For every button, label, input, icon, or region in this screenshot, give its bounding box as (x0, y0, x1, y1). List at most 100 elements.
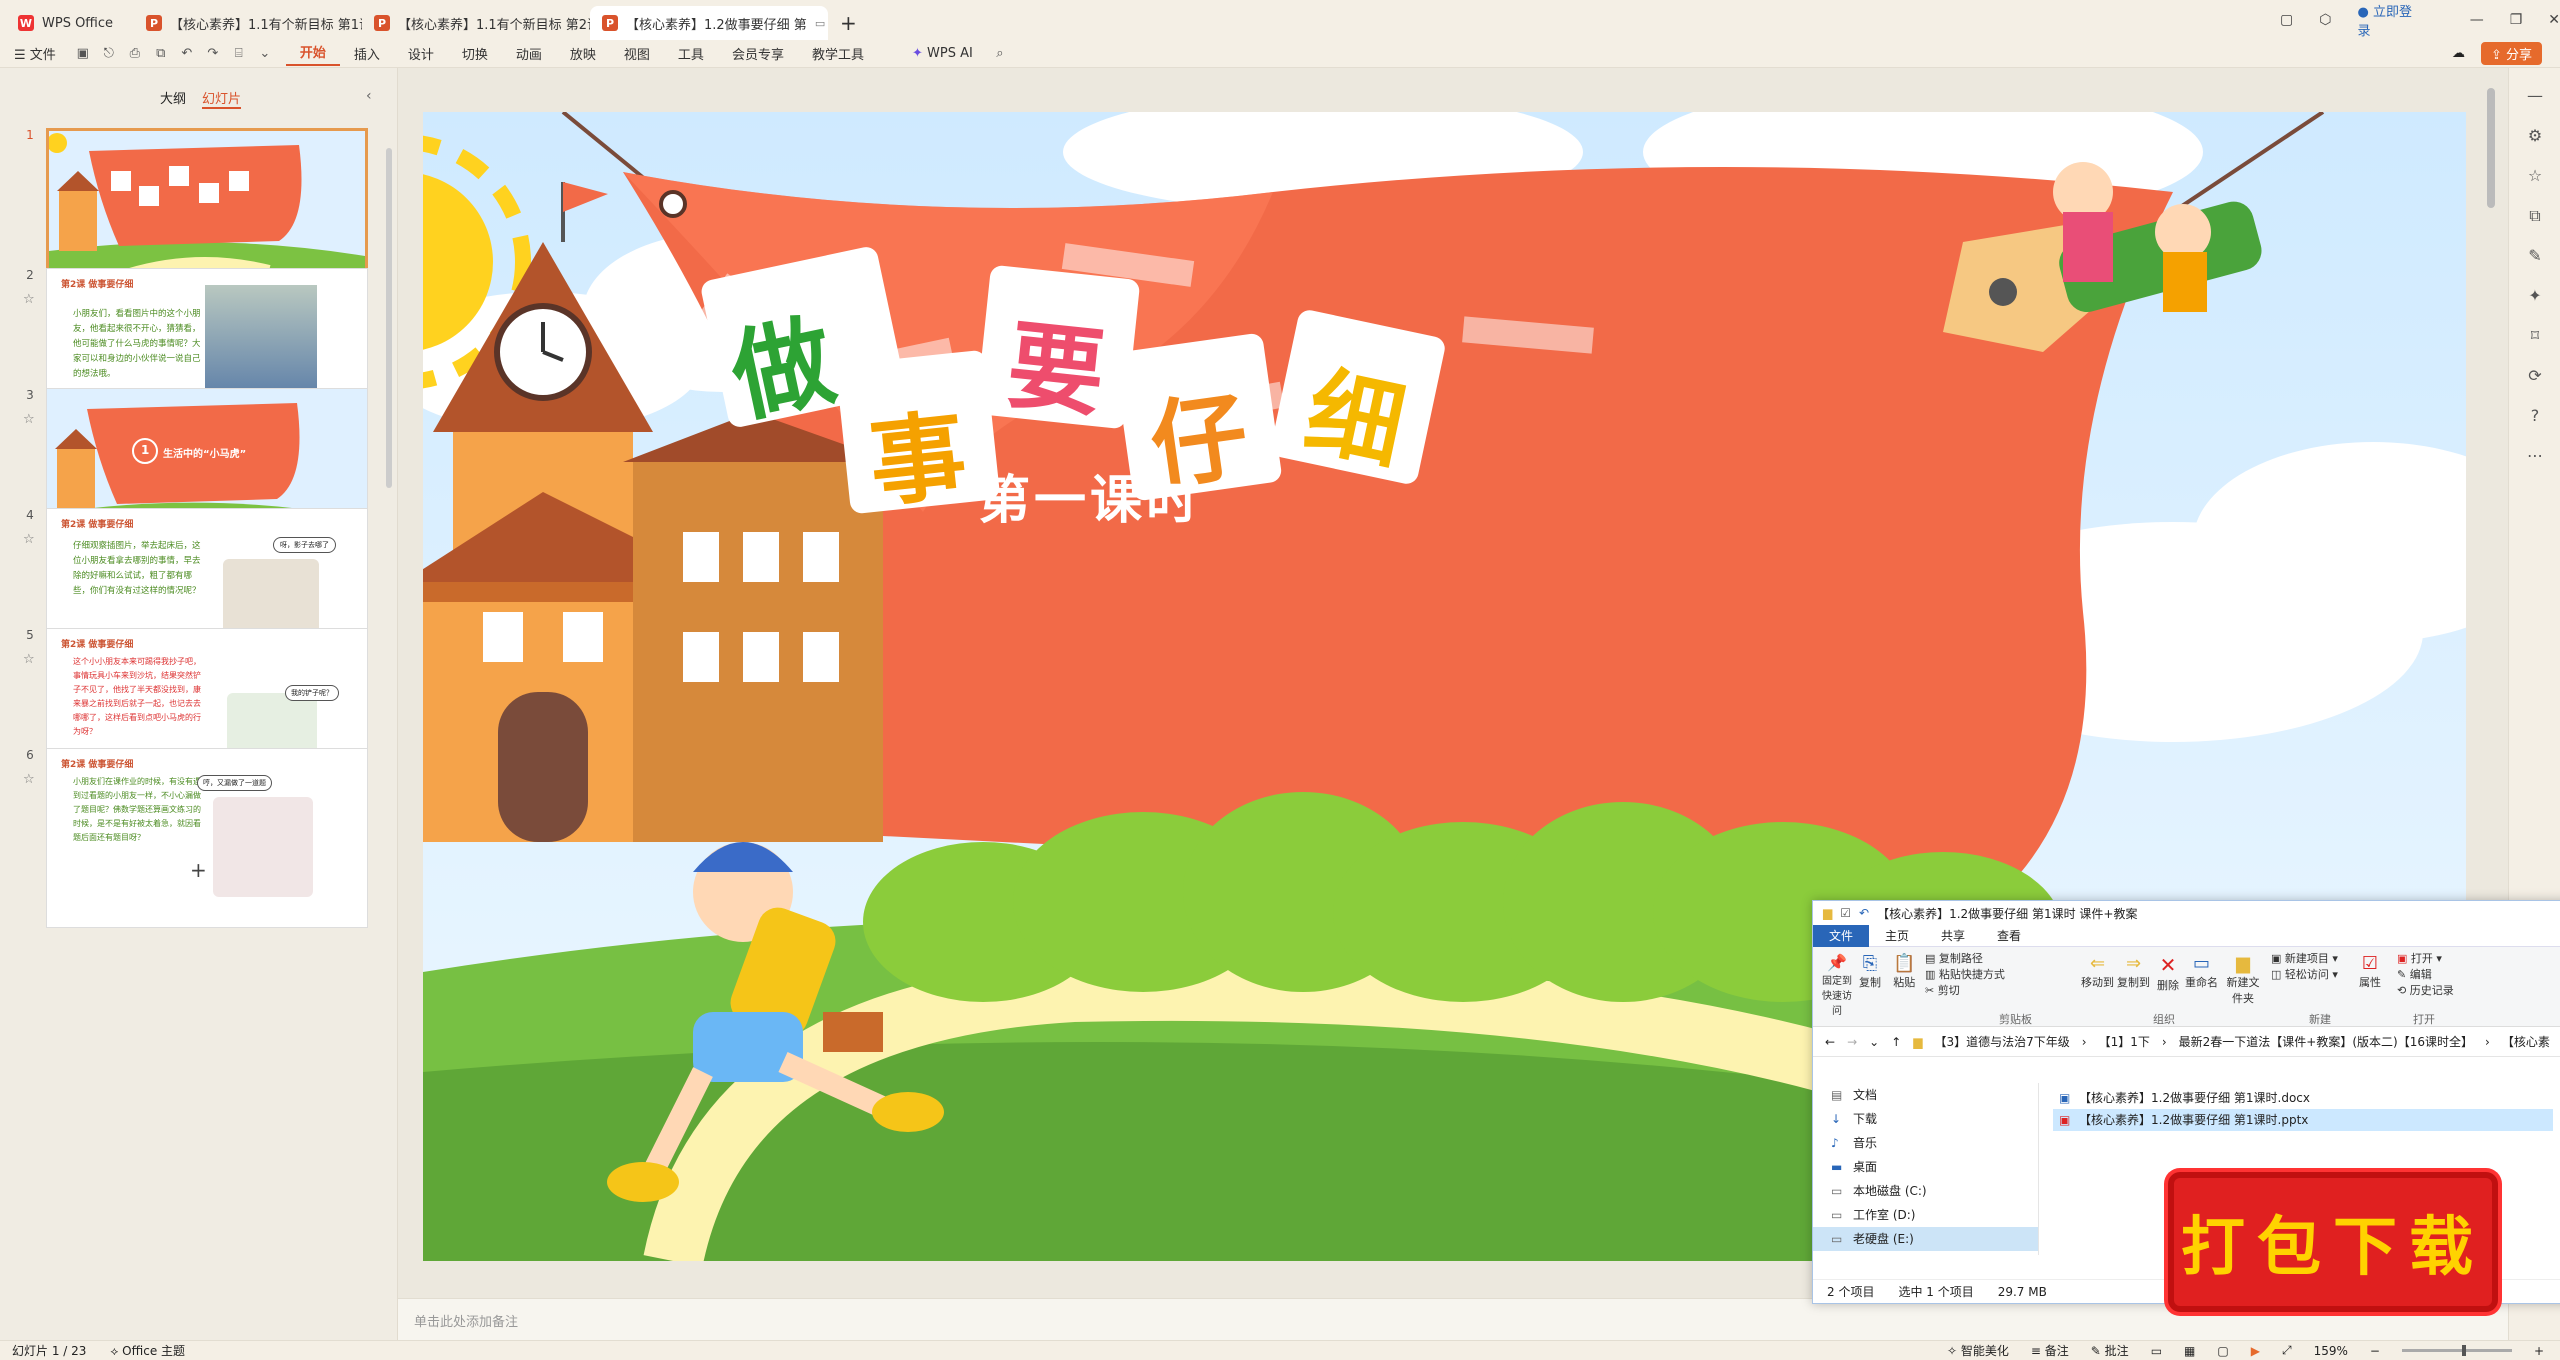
fit-window-icon[interactable]: ⤢ (2282, 1343, 2292, 1358)
nav-item-desktop[interactable]: ▬ 桌面 (1813, 1155, 2038, 1179)
save-icon[interactable]: ▣ (70, 46, 96, 61)
recent-chevron-icon[interactable]: ⌄ (1869, 1035, 1879, 1049)
thumbnail-row[interactable]: 6 ☆ 第2课 做事要仔细 小朋友们在课作业的时候，有没有遇到过看题的小朋友一样… (20, 748, 370, 930)
cloud-sync-icon[interactable]: ☁ (2452, 46, 2465, 61)
tab-wps-office[interactable]: W WPS Office (6, 6, 134, 40)
menu-slideshow[interactable]: 放映 (556, 44, 610, 63)
menu-animation[interactable]: 动画 (502, 44, 556, 63)
chevron-down-icon[interactable]: ⌄ (252, 46, 278, 61)
edit-icon[interactable]: ✎ (2525, 246, 2545, 266)
slide-thumbnail-6[interactable]: 第2课 做事要仔细 小朋友们在课作业的时候，有没有遇到过看题的小朋友一样，不小心… (46, 748, 368, 928)
login-button[interactable]: ● 立即登录 (2357, 1, 2413, 39)
undo-icon[interactable]: ↶ (174, 46, 200, 61)
add-slide-button[interactable]: + (190, 858, 207, 882)
explorer-tab-share[interactable]: 共享 (1925, 925, 1981, 947)
forward-arrow-icon[interactable]: → (1847, 1035, 1857, 1049)
comments-button[interactable]: ✎ 批注 (2091, 1342, 2129, 1359)
nav-item-documents[interactable]: ▤ 文档 (1813, 1083, 2038, 1107)
nav-item-drive-c[interactable]: ▭ 本地磁盘 (C:) (1813, 1179, 2038, 1203)
nav-item-music[interactable]: ♪ 音乐 (1813, 1131, 2038, 1155)
nav-item-downloads[interactable]: ↓ 下载 (1813, 1107, 2038, 1131)
tab-outline[interactable]: 大纲 (160, 88, 186, 109)
magic-icon[interactable]: ✦ (2525, 286, 2545, 306)
history-button[interactable]: ⟲ 历史记录 (2397, 983, 2454, 999)
wps-ai-button[interactable]: ✦ WPS AI (898, 46, 987, 61)
share-button[interactable]: ⇪ 分享 (2480, 42, 2542, 65)
star-icon[interactable]: ☆ (23, 772, 35, 787)
tab-doc-1[interactable]: P 【核心素养】1.1有个新目标 第1课时 (134, 6, 362, 40)
new-item-button[interactable]: ▣ 新建项目 ▾ (2271, 951, 2338, 967)
cube-icon[interactable]: ⬡ (2319, 12, 2331, 28)
paste-button[interactable]: 📋 粘贴 (1893, 953, 1915, 990)
notes-toggle-button[interactable]: ≡ 备注 (2031, 1342, 2069, 1359)
copy-path-button[interactable]: ▤ 复制路径 (1925, 951, 2005, 967)
nav-item-drive-e[interactable]: ▭ 老硬盘 (E:) (1813, 1227, 2038, 1251)
up-arrow-icon[interactable]: ↑ (1891, 1035, 1901, 1049)
copy-to-button[interactable]: ⇒ 复制到 (2117, 953, 2150, 990)
address-bar[interactable]: ← → ⌄ ↑ ▆ 【3】道德与法治7下年级 › 【1】1下 › 最新2春一下道… (1813, 1027, 2560, 1057)
vertical-scrollbar[interactable] (2487, 88, 2495, 208)
nav-item-drive-d[interactable]: ▭ 工作室 (D:) (1813, 1203, 2038, 1227)
copy-icon[interactable]: ⧉ (2525, 206, 2545, 226)
menu-design[interactable]: 设计 (394, 44, 448, 63)
pin-quick-access-button[interactable]: 📌 固定到快速访问 (1819, 953, 1855, 1017)
help-icon[interactable]: ? (2525, 406, 2545, 426)
cut-button[interactable]: ✂ 剪切 (1925, 983, 2005, 999)
rename-button[interactable]: ▭ 重命名 (2185, 953, 2218, 990)
thumbnail-scrollbar[interactable] (386, 148, 392, 488)
zoom-slider-thumb[interactable] (2461, 1345, 2466, 1356)
tab-slides[interactable]: 幻灯片 (202, 88, 242, 109)
format-painter-icon[interactable]: ⌸ (226, 46, 252, 61)
sync-icon[interactable]: ⟳ (2525, 366, 2545, 386)
star-icon[interactable]: ☆ (23, 412, 35, 427)
search-icon[interactable]: ⌕ (987, 46, 1013, 61)
star-icon[interactable]: ☆ (23, 652, 35, 667)
easy-access-button[interactable]: ◫ 轻松访问 ▾ (2271, 967, 2338, 983)
properties-quick-icon[interactable]: ☑ (1840, 906, 1851, 920)
copy-button[interactable]: ⎘ 复制 (1859, 953, 1881, 990)
download-package-badge[interactable]: 打包下载 (2168, 1172, 2498, 1312)
edit-button[interactable]: ✎ 编辑 (2397, 967, 2454, 983)
restore-icon[interactable]: ❐ (2510, 12, 2523, 28)
theme-label[interactable]: ⟡ Office 主题 (110, 1342, 185, 1359)
file-item-pptx[interactable]: ▣ 【核心素养】1.2做事要仔细 第1课时.pptx (2053, 1109, 2553, 1131)
open-button[interactable]: ▣ 打开 ▾ (2397, 951, 2454, 967)
star-icon[interactable]: ☆ (23, 292, 35, 307)
normal-view-icon[interactable]: ▭ (2151, 1344, 2162, 1358)
back-arrow-icon[interactable]: ← (1825, 1035, 1835, 1049)
minus-icon[interactable]: — (2525, 86, 2545, 106)
settings-slider-icon[interactable]: ⚙ (2525, 126, 2545, 146)
menu-view[interactable]: 视图 (610, 44, 664, 63)
new-folder-button[interactable]: ▆ 新建文件夹 (2223, 953, 2263, 1006)
close-icon[interactable]: ✕ (2548, 12, 2560, 28)
minimize-icon[interactable]: — (2470, 12, 2484, 28)
zoom-in-icon[interactable]: + (2534, 1344, 2544, 1358)
menu-tools[interactable]: 工具 (664, 44, 718, 63)
menu-transition[interactable]: 切换 (448, 44, 502, 63)
properties-button[interactable]: ☑ 属性 (2359, 953, 2381, 990)
print-icon[interactable]: ⎙ (122, 46, 148, 61)
print-preview-icon[interactable]: ⧉ (148, 46, 174, 61)
menu-insert[interactable]: 插入 (340, 44, 394, 63)
delete-button[interactable]: ✕ 删除 (2157, 953, 2179, 993)
window-icon[interactable]: ▢ (2280, 12, 2293, 28)
zoom-slider[interactable] (2401, 1345, 2512, 1356)
zoom-level[interactable]: 159% (2314, 1344, 2348, 1358)
more-icon[interactable]: ⋯ (2525, 446, 2545, 466)
menu-teaching-tools[interactable]: 教学工具 (798, 44, 878, 63)
collapse-panel-icon[interactable]: ‹ (366, 88, 372, 104)
move-to-button[interactable]: ⇐ 移动到 (2081, 953, 2114, 990)
redo-icon[interactable]: ↷ (200, 46, 226, 61)
smart-beautify-button[interactable]: ✧ 智能美化 (1947, 1342, 2009, 1359)
menu-home[interactable]: 开始 (285, 42, 340, 66)
tab-doc-3-active[interactable]: P 【核心素养】1.2做事要仔细 第 ▭ ✕ (590, 6, 828, 40)
grid-view-icon[interactable]: ▦ (2184, 1344, 2195, 1358)
explorer-tab-home[interactable]: 主页 (1869, 925, 1925, 947)
file-menu[interactable]: ☰ 文件 (0, 44, 70, 63)
file-item-docx[interactable]: ▣ 【核心素养】1.2做事要仔细 第1课时.docx (2053, 1087, 2553, 1109)
star-icon[interactable]: ☆ (2525, 166, 2545, 186)
explorer-tab-view[interactable]: 查看 (1981, 925, 2037, 947)
star-icon[interactable]: ☆ (23, 532, 35, 547)
undo-history-icon[interactable]: ⎋ (96, 46, 122, 61)
zoom-out-icon[interactable]: − (2370, 1344, 2380, 1358)
